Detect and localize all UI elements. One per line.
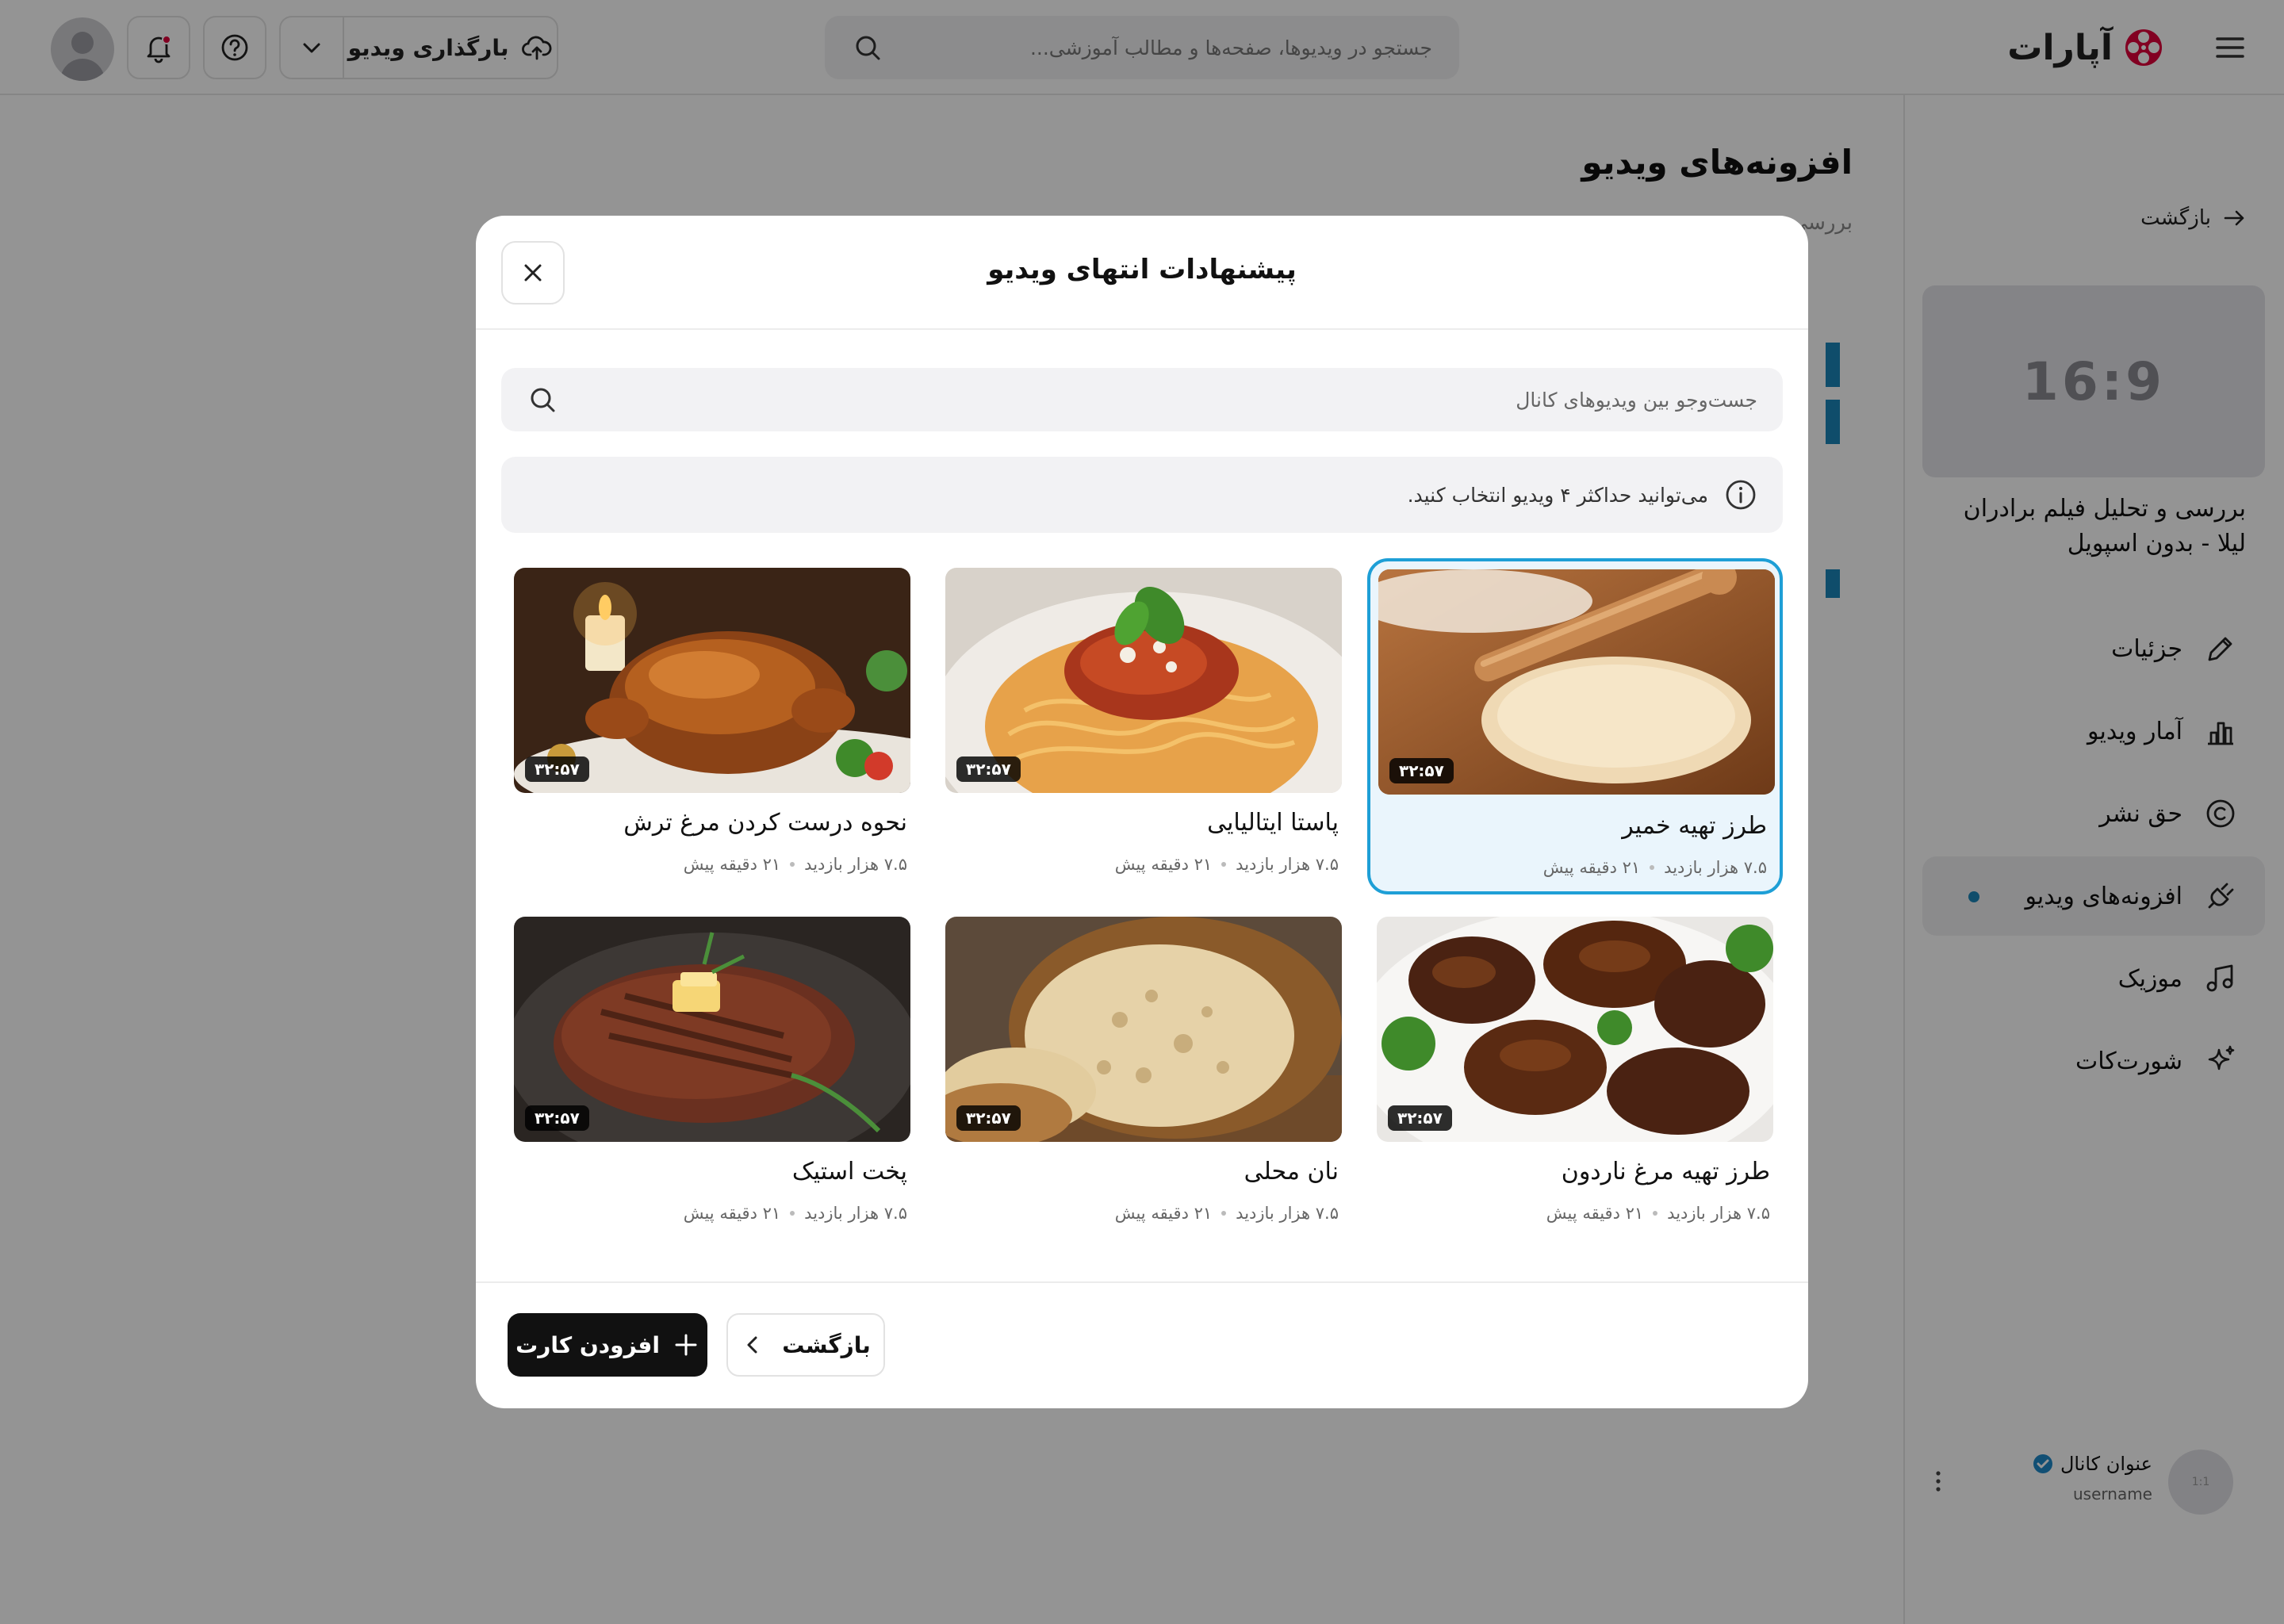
video-thumbnail: ۳۲:۵۷ (1378, 569, 1775, 795)
back-button-label: بازگشت (782, 1331, 871, 1358)
video-meta: ۷.۵ هزار بازدید ۲۱ دقیقه پیش (684, 1204, 907, 1223)
video-meta: ۷.۵ هزار بازدید ۲۱ دقیقه پیش (1543, 858, 1767, 877)
modal-close-button[interactable] (501, 241, 565, 304)
video-meta: ۷.۵ هزار بازدید ۲۱ دقیقه پیش (1115, 1204, 1339, 1223)
video-duration: ۳۲:۵۷ (1388, 1105, 1452, 1131)
selection-limit-notice: می‌توانید حداکثر ۴ ویدیو انتخاب کنید. (501, 457, 1783, 533)
video-meta: ۷.۵ هزار بازدید ۲۱ دقیقه پیش (684, 855, 907, 874)
video-time: ۲۱ دقیقه پیش (1114, 855, 1213, 874)
search-icon (531, 388, 555, 412)
meta-separator (790, 1211, 795, 1216)
video-title: نان محلی (1244, 1158, 1339, 1185)
video-duration: ۳۲:۵۷ (525, 756, 589, 782)
video-meta: ۷.۵ هزار بازدید ۲۱ دقیقه پیش (1115, 855, 1339, 874)
meta-separator (1653, 1211, 1658, 1216)
channel-video-search-input[interactable]: جست‌وجو بین ویدیوهای کانال (501, 368, 1783, 431)
selection-limit-text: می‌توانید حداکثر ۴ ویدیو انتخاب کنید. (1407, 483, 1708, 507)
meta-separator (1221, 1211, 1227, 1216)
add-card-button[interactable]: افزودن کارت (508, 1313, 707, 1377)
video-thumbnail: ۳۲:۵۷ (514, 917, 910, 1142)
video-views: ۷.۵ هزار بازدید (1667, 1204, 1770, 1223)
video-card[interactable]: ۳۲:۵۷ طرز تهیه مرغ ناردون ۷.۵ هزار بازدی… (1367, 907, 1783, 1243)
video-card[interactable]: ۳۲:۵۷ پخت استیک ۷.۵ هزار بازدید ۲۱ دقیقه… (504, 907, 920, 1243)
video-duration: ۳۲:۵۷ (956, 1105, 1021, 1131)
video-title: پاستا ایتالیایی (1207, 809, 1339, 837)
video-duration: ۳۲:۵۷ (1389, 758, 1454, 783)
meta-separator (1221, 862, 1227, 867)
video-meta: ۷.۵ هزار بازدید ۲۱ دقیقه پیش (1546, 1204, 1770, 1223)
video-title: نحوه درست کردن مرغ ترش (623, 809, 907, 837)
meta-separator (790, 862, 795, 867)
video-title: طرز تهیه خمیر (1622, 812, 1767, 840)
channel-search-placeholder: جست‌وجو بین ویدیوهای کانال (1516, 388, 1757, 412)
video-thumbnail: ۳۲:۵۷ (945, 917, 1342, 1142)
video-card[interactable]: ۳۲:۵۷ پاستا ایتالیایی ۷.۵ هزار بازدید ۲۱… (936, 558, 1351, 894)
info-icon (1726, 480, 1756, 510)
video-card[interactable]: ۳۲:۵۷ نحوه درست کردن مرغ ترش ۷.۵ هزار با… (504, 558, 920, 894)
video-title: پخت استیک (791, 1158, 907, 1185)
meta-separator (1650, 865, 1655, 870)
modal-footer: بازگشت افزودن کارت (476, 1281, 1808, 1408)
video-duration: ۳۲:۵۷ (956, 756, 1021, 782)
video-thumbnail: ۳۲:۵۷ (514, 568, 910, 793)
video-time: ۲۱ دقیقه پیش (683, 855, 781, 874)
back-button[interactable]: بازگشت (726, 1313, 885, 1377)
plus-icon (675, 1334, 697, 1356)
video-time: ۲۱ دقیقه پیش (1546, 1204, 1644, 1223)
video-card-selected[interactable]: ۳۲:۵۷ طرز تهیه خمیر ۷.۵ هزار بازدید ۲۱ د… (1367, 558, 1783, 894)
video-thumbnail: ۳۲:۵۷ (1377, 917, 1773, 1142)
video-views: ۷.۵ هزار بازدید (804, 855, 907, 874)
modal-header: پیشنهادات انتهای ویدیو (476, 216, 1808, 330)
video-title: طرز تهیه مرغ ناردون (1561, 1158, 1770, 1185)
video-views: ۷.۵ هزار بازدید (1664, 858, 1767, 877)
video-views: ۷.۵ هزار بازدید (1236, 855, 1339, 874)
end-screen-suggestions-modal: پیشنهادات انتهای ویدیو جست‌وجو بین ویدیو… (476, 216, 1808, 1408)
add-card-label: افزودن کارت (515, 1331, 660, 1358)
video-time: ۲۱ دقیقه پیش (1542, 858, 1641, 877)
video-views: ۷.۵ هزار بازدید (804, 1204, 907, 1223)
close-icon (524, 264, 542, 282)
video-card[interactable]: ۳۲:۵۷ نان محلی ۷.۵ هزار بازدید ۲۱ دقیقه … (936, 907, 1351, 1243)
video-time: ۲۱ دقیقه پیش (683, 1204, 781, 1223)
modal-title: پیشنهادات انتهای ویدیو (987, 254, 1297, 285)
video-views: ۷.۵ هزار بازدید (1236, 1204, 1339, 1223)
video-time: ۲۱ دقیقه پیش (1114, 1204, 1213, 1223)
video-duration: ۳۲:۵۷ (525, 1105, 589, 1131)
video-thumbnail: ۳۲:۵۷ (945, 568, 1342, 793)
chevron-left-icon (747, 1336, 757, 1354)
